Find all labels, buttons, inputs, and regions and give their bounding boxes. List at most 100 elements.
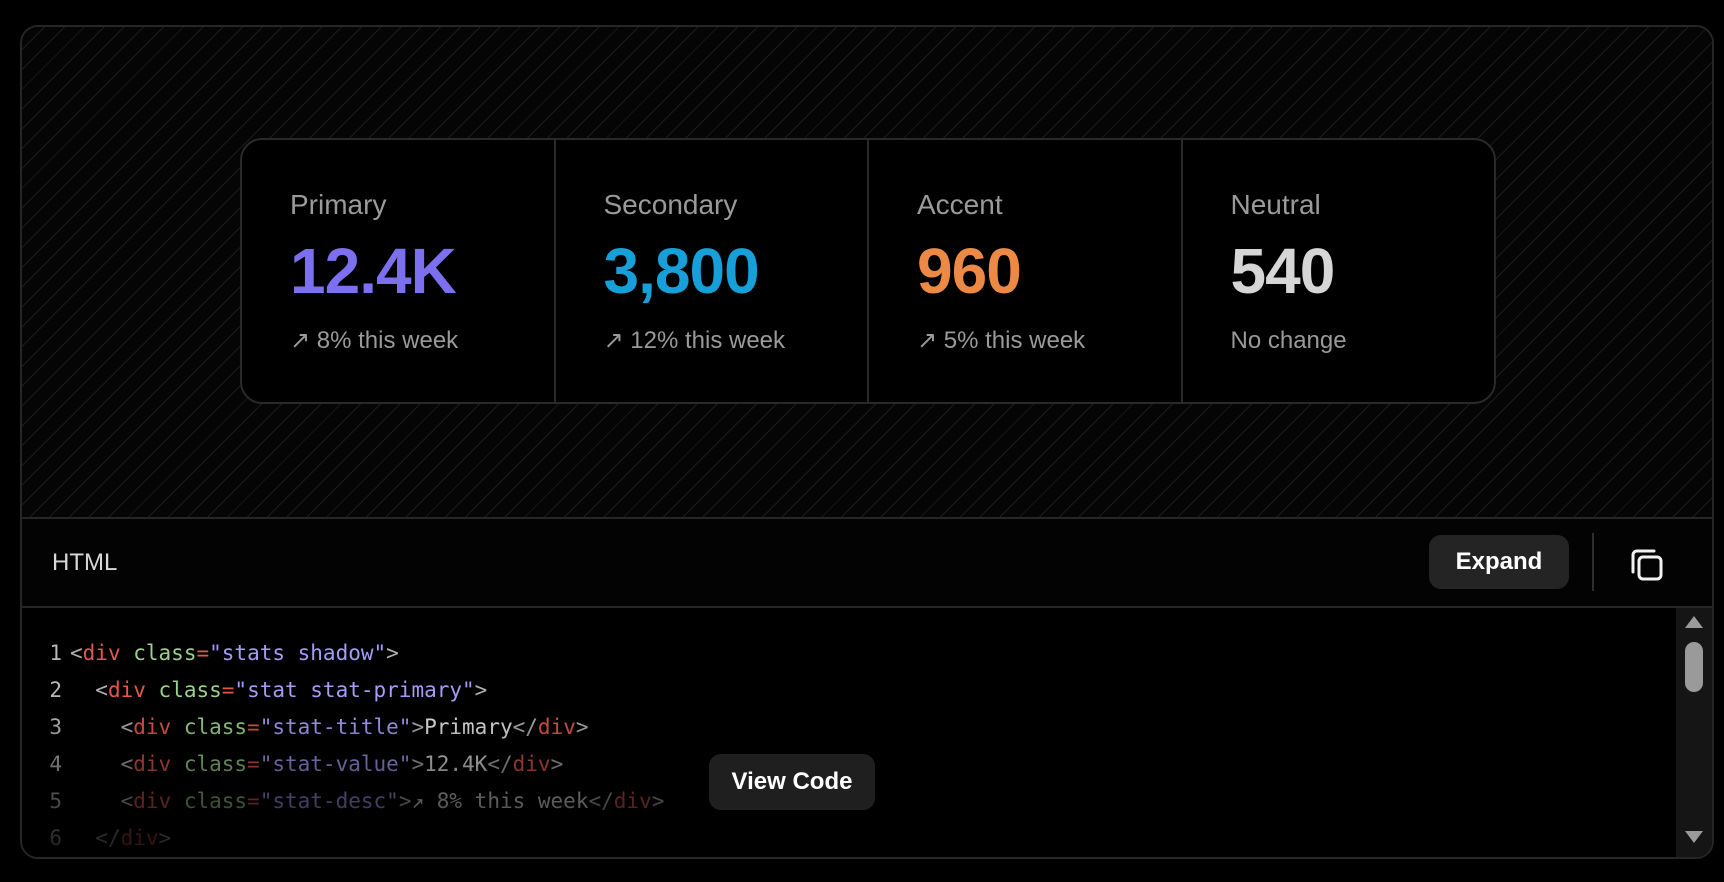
stat-neutral: Neutral 540 No change <box>1183 140 1495 402</box>
code-text: Primary <box>424 715 513 739</box>
code-quote: " <box>386 789 399 813</box>
line-number: 5 <box>49 789 62 813</box>
code-punct: < <box>95 678 108 702</box>
stat-value: 540 <box>1230 235 1336 307</box>
stat-value: 12.4K <box>290 235 457 307</box>
code-punct: </ <box>512 715 538 739</box>
code-punct: </ <box>588 789 614 813</box>
line-number: 3 <box>49 715 62 739</box>
header-divider <box>1592 533 1594 591</box>
code-attr: class <box>158 678 222 702</box>
line-number: 2 <box>49 678 62 702</box>
code-punct: </ <box>487 752 513 776</box>
stat-secondary: Secondary 3,800 ↗ 12% this week <box>556 140 869 402</box>
code-quote: " <box>259 789 273 813</box>
code-tag: div <box>133 715 172 739</box>
code-line: 4 <div class="stat-value">12.4K</div> <box>22 745 563 783</box>
stat-desc: ↗ 5% this week <box>917 327 1086 354</box>
code-tag: div <box>82 641 121 665</box>
code-string: stats shadow <box>221 641 374 665</box>
code-punct: > <box>411 715 425 739</box>
stat-value: 3,800 <box>603 235 760 307</box>
line-number: 1 <box>49 641 62 665</box>
code-tag: div <box>120 826 159 850</box>
code-line: 1 <div class="stats shadow"> <box>22 634 398 672</box>
code-line: 2 <div class="stat stat-primary"> <box>22 671 487 709</box>
code-punct: = <box>247 715 260 739</box>
code-line: 5 <div class="stat-desc">↗ 8% this week<… <box>22 782 664 820</box>
code-punct: </ <box>95 826 121 850</box>
code-punct: > <box>550 752 564 776</box>
stat-desc: ↗ 8% this week <box>290 327 459 354</box>
code-tag: div <box>537 715 576 739</box>
code-attr: class <box>183 752 248 776</box>
code-header: HTML Expand <box>22 519 1712 608</box>
view-code-button[interactable]: View Code <box>709 754 875 810</box>
code-punct: > <box>411 752 425 776</box>
stat-title: Primary <box>290 189 387 220</box>
code-scrollbar[interactable] <box>1676 608 1712 857</box>
code-quote: " <box>209 641 222 665</box>
code-punct: > <box>474 678 488 702</box>
code-punct: > <box>575 715 589 739</box>
code-string: stat-title <box>272 715 399 739</box>
line-number: 6 <box>49 826 62 850</box>
code-line: 3 <div class="stat-title">Primary</div> <box>22 708 589 746</box>
code-punct: < <box>70 641 83 665</box>
code-punct: = <box>247 789 260 813</box>
component-preview-card: Primary 12.4K ↗ 8% this week Secondary 3,800… <box>20 25 1714 859</box>
code-quote: " <box>259 715 273 739</box>
stat-title: Secondary <box>603 189 738 220</box>
copy-icon <box>1631 549 1663 581</box>
code-attr: class <box>183 789 248 813</box>
stat-desc: ↗ 12% this week <box>603 327 786 354</box>
code-quote: " <box>259 752 273 776</box>
code-quote: " <box>398 715 412 739</box>
code-string: stat-value <box>272 752 399 776</box>
stats-group: Primary 12.4K ↗ 8% this week Secondary 3,800… <box>240 138 1496 404</box>
code-block: 1 <div class="stats shadow"> 2 <div class=… <box>22 608 1712 857</box>
code-tag: div <box>512 752 551 776</box>
code-text: 12.4K <box>424 752 488 776</box>
stat-accent: Accent 960 ↗ 5% this week <box>869 140 1183 402</box>
code-punct: = <box>247 752 260 776</box>
stat-title: Neutral <box>1230 189 1321 220</box>
code-punct: > <box>398 789 412 813</box>
stat-value: 960 <box>917 235 1022 307</box>
code-tag: div <box>133 752 172 776</box>
code-line: 6 </div> <box>22 819 171 857</box>
code-punct: = <box>196 641 210 665</box>
code-tag: div <box>613 789 652 813</box>
code-tag: div <box>133 789 172 813</box>
code-punct: > <box>651 789 665 813</box>
copy-button[interactable] <box>1628 546 1666 584</box>
code-punct: < <box>120 752 134 776</box>
code-punct: < <box>120 715 134 739</box>
code-quote: " <box>234 678 248 702</box>
code-punct: > <box>158 826 172 850</box>
code-attr: class <box>133 641 197 665</box>
stat-desc: No change <box>1230 327 1347 354</box>
code-quote: " <box>373 641 387 665</box>
scroll-up-arrow-icon[interactable] <box>1685 616 1703 628</box>
code-punct: = <box>221 678 235 702</box>
scroll-thumb[interactable] <box>1685 642 1703 692</box>
scroll-down-arrow-icon[interactable] <box>1685 831 1703 843</box>
code-string: stat stat-primary <box>247 678 463 702</box>
code-tag: div <box>107 678 146 702</box>
expand-button[interactable]: Expand <box>1429 535 1569 589</box>
code-string: stat-desc <box>272 789 387 813</box>
line-number: 4 <box>49 752 62 776</box>
code-quote: " <box>462 678 475 702</box>
code-punct: < <box>120 789 134 813</box>
code-quote: " <box>398 752 412 776</box>
